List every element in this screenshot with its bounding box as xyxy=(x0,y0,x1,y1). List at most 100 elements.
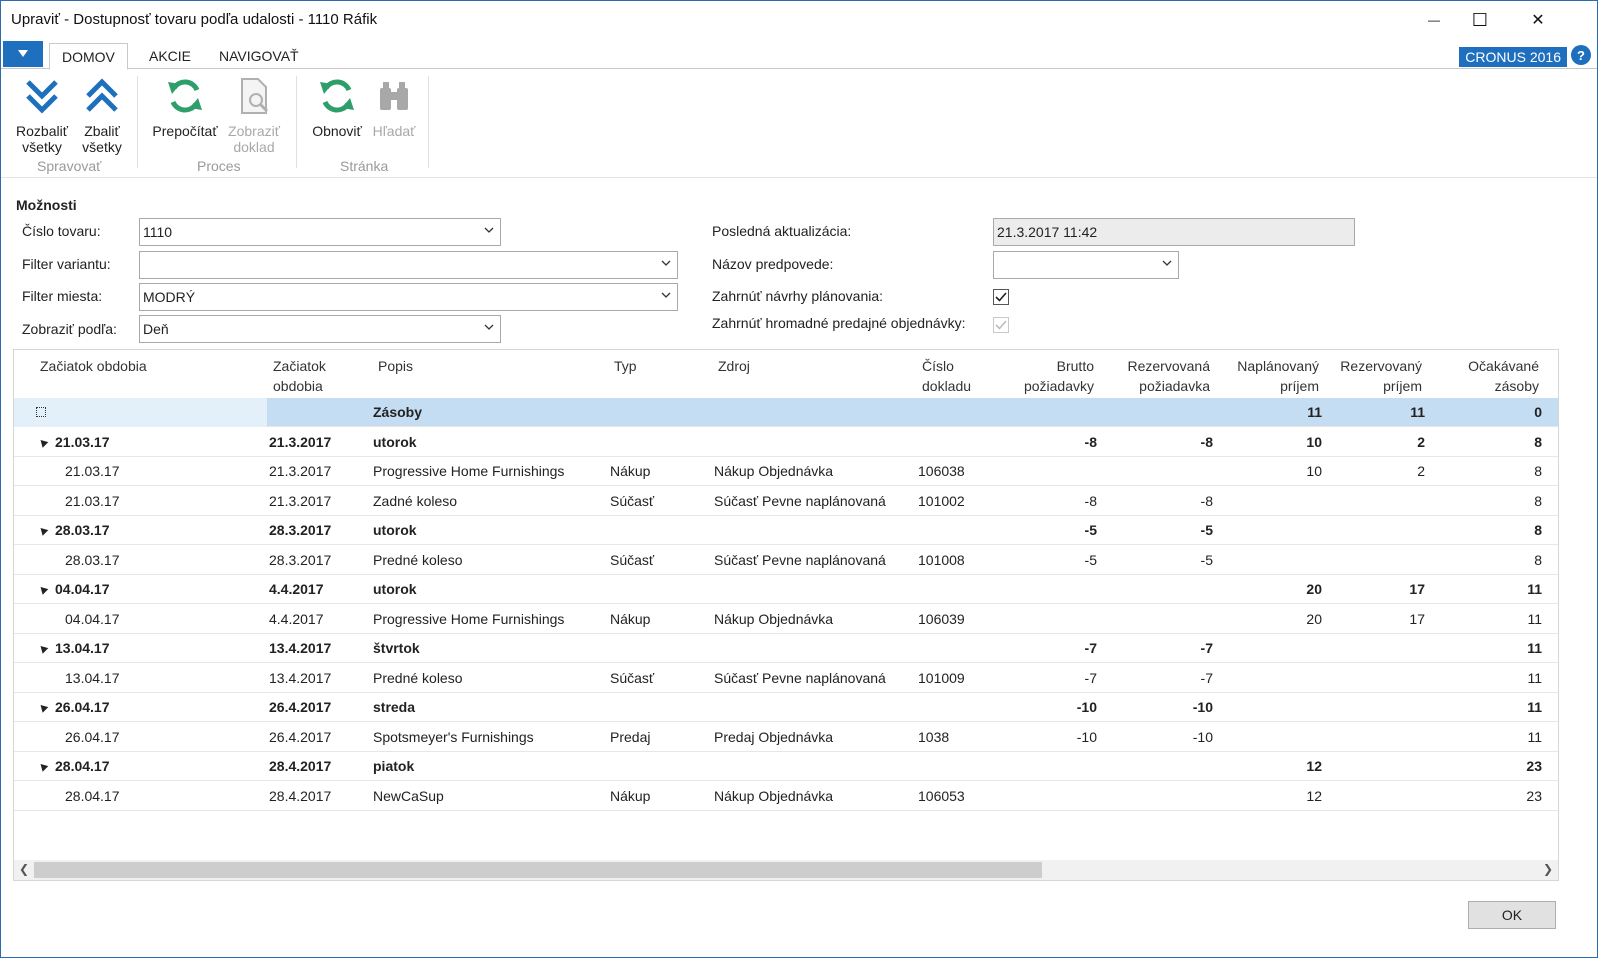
collapse-triangle-icon[interactable] xyxy=(37,761,49,772)
item-no-field[interactable]: 1110 xyxy=(139,218,501,246)
col-header-reserved-receipt[interactable]: Rezervovaný príjem xyxy=(1322,356,1422,396)
group-row[interactable]: 04.04.17 4.4.2017 utorok 20 17 11 xyxy=(14,575,1558,604)
period-start-cell: 26.04.17 xyxy=(65,728,120,745)
period-start-cell: 28.03.17 xyxy=(55,522,110,538)
scroll-left-icon[interactable]: ❮ xyxy=(19,862,29,876)
item-no-value: 1110 xyxy=(143,224,173,240)
horizontal-scrollbar[interactable]: ❮ ❯ xyxy=(14,860,1558,880)
gross-requirement-cell: -7 xyxy=(1084,669,1097,686)
table-row[interactable]: 04.04.17 4.4.2017 Progressive Home Furnish… xyxy=(14,605,1558,634)
period-date-cell: 21.3.2017 xyxy=(269,492,332,509)
reserved-requirement-cell: -5 xyxy=(1200,551,1213,568)
col-header-source[interactable]: Zdroj xyxy=(718,356,750,376)
projected-inventory-cell: 8 xyxy=(1534,463,1542,479)
inventory-row[interactable]: Zásoby 11 11 0 xyxy=(14,398,1558,427)
col-header-period-start[interactable]: Začiatok obdobia xyxy=(40,356,147,376)
recalculate-label: Prepočítať xyxy=(152,123,218,139)
refresh-button[interactable]: Obnoviť xyxy=(307,76,367,139)
tab-akcie[interactable]: AKCIE xyxy=(137,43,203,70)
tab-label: AKCIE xyxy=(149,48,192,64)
last-update-value: 21.3.2017 11:42 xyxy=(997,224,1098,240)
include-blanket-orders-label: Zahrnúť hromadné predajné objednávky: xyxy=(712,315,966,331)
period-date-cell: 21.3.2017 xyxy=(269,433,332,450)
collapse-triangle-icon[interactable] xyxy=(37,525,49,536)
row-selector-icon[interactable] xyxy=(36,407,46,417)
view-by-field[interactable]: Deň xyxy=(139,315,501,343)
document-no-cell: 101002 xyxy=(918,492,965,509)
table-row[interactable]: 28.04.17 28.4.2017 NewCaSup Nákup Nákup Obje… xyxy=(14,782,1558,811)
group-separator xyxy=(296,76,297,168)
period-start-cell: 28.04.17 xyxy=(65,787,120,804)
gross-requirement-cell: -5 xyxy=(1084,551,1097,568)
help-icon[interactable]: ? xyxy=(1571,45,1591,65)
period-start-cell: 04.04.17 xyxy=(55,581,110,597)
expand-all-button[interactable]: Rozbaliť všetky xyxy=(13,76,71,155)
period-date-cell: 4.4.2017 xyxy=(269,581,324,597)
type-cell: Súčasť xyxy=(610,669,655,686)
scrollbar-thumb[interactable] xyxy=(34,862,1042,878)
type-cell: Nákup xyxy=(610,610,651,627)
recalculate-button[interactable]: Prepočítať xyxy=(149,76,221,139)
close-button[interactable]: ✕ xyxy=(1515,1,1561,39)
header-text: príjem xyxy=(1383,378,1422,394)
col-header-gross-requirement[interactable]: Brutto požiadavky xyxy=(1004,356,1094,396)
ok-button[interactable]: OK xyxy=(1468,901,1556,929)
description-cell: utorok xyxy=(373,581,417,597)
document-no-cell: 1038 xyxy=(918,728,950,745)
include-planning-checkbox[interactable] xyxy=(993,289,1009,305)
collapse-triangle-icon[interactable] xyxy=(37,702,49,713)
col-header-period-start-date[interactable]: Začiatok obdobia xyxy=(273,356,326,396)
collapse-triangle-icon[interactable] xyxy=(37,584,49,595)
checkmark-icon xyxy=(995,320,1007,330)
group-row[interactable]: 28.03.17 28.3.2017 utorok -5 -5 8 xyxy=(14,516,1558,545)
col-header-description[interactable]: Popis xyxy=(378,356,413,376)
minimize-button[interactable]: — xyxy=(1411,1,1457,39)
col-header-type[interactable]: Typ xyxy=(614,356,637,376)
group-row[interactable]: 28.04.17 28.4.2017 piatok 12 23 xyxy=(14,752,1558,781)
location-filter-label: Filter miesta: xyxy=(22,288,103,304)
reserved-receipt-cell: 17 xyxy=(1409,581,1425,597)
table-row[interactable]: 26.04.17 26.4.2017 Spotsmeyer's Furnishing… xyxy=(14,723,1558,752)
tab-domov[interactable]: DOMOV xyxy=(49,43,128,70)
refresh-icon xyxy=(168,79,202,113)
header-text: Číslo xyxy=(922,358,954,374)
include-planning-label: Zahrnúť návrhy plánovania: xyxy=(712,288,884,304)
variant-filter-field[interactable] xyxy=(139,251,678,279)
find-button[interactable]: Hľadať xyxy=(369,76,419,139)
group-row[interactable]: 13.04.17 13.4.2017 štvrtok -7 -7 11 xyxy=(14,634,1558,663)
table-row[interactable]: 21.03.17 21.3.2017 Zadné koleso Súčasť Súčas… xyxy=(14,487,1558,516)
projected-inventory-cell: 8 xyxy=(1534,492,1542,509)
period-start-cell: 13.04.17 xyxy=(65,669,120,686)
location-filter-field[interactable]: MODRÝ xyxy=(139,283,678,311)
forecast-name-field[interactable] xyxy=(993,251,1179,279)
projected-inventory-cell: 11 xyxy=(1527,640,1542,656)
col-header-scheduled-receipt[interactable]: Naplánovaný príjem xyxy=(1219,356,1319,396)
binoculars-icon xyxy=(380,82,408,110)
col-header-document-no[interactable]: Číslo dokladu xyxy=(922,356,971,396)
period-start-cell: 21.03.17 xyxy=(65,463,120,479)
collapse-triangle-icon[interactable] xyxy=(37,436,49,448)
col-header-reserved-requirement[interactable]: Rezervovaná požiadavka xyxy=(1110,356,1211,396)
app-menu-button[interactable] xyxy=(3,41,43,67)
projected-inventory-cell: 23 xyxy=(1526,787,1542,804)
collapse-all-button[interactable]: Zbaliť všetky xyxy=(75,76,129,155)
period-start-cell: 28.03.17 xyxy=(65,551,120,568)
col-header-projected-inventory[interactable]: Očakávané zásoby xyxy=(1439,356,1539,396)
group-row[interactable]: 21.03.17 21.3.2017 utorok -8 -8 10 2 8 xyxy=(14,428,1558,457)
scroll-right-icon[interactable]: ❯ xyxy=(1543,862,1553,876)
include-blanket-orders-checkbox[interactable] xyxy=(993,317,1009,333)
source-cell: Nákup Objednávka xyxy=(714,463,834,479)
maximize-button[interactable]: ☐ xyxy=(1457,1,1503,39)
table-row[interactable]: 28.03.17 28.3.2017 Predné koleso Súčasť Súča… xyxy=(14,546,1558,575)
ribbon: Rozbaliť všetky Zbaliť všetky Spravovať … xyxy=(1,70,1597,178)
group-row[interactable]: 26.04.17 26.4.2017 streda -10 -10 11 xyxy=(14,693,1558,722)
dialog-window: Upraviť - Dostupnosť tovaru podľa udalos… xyxy=(0,0,1598,958)
period-start-cell: 13.04.17 xyxy=(55,640,110,656)
description-cell: Progressive Home Furnishings xyxy=(373,610,565,627)
collapse-triangle-icon[interactable] xyxy=(37,643,49,654)
tab-navigovat[interactable]: NAVIGOVAŤ xyxy=(207,43,311,70)
type-cell: Nákup xyxy=(610,787,651,804)
show-document-button[interactable]: Zobraziť doklad xyxy=(223,76,285,155)
table-row[interactable]: 21.03.17 21.3.2017 Progressive Home Furnis… xyxy=(14,457,1558,486)
table-row[interactable]: 13.04.17 13.4.2017 Predné koleso Súčasť Súča… xyxy=(14,664,1558,693)
